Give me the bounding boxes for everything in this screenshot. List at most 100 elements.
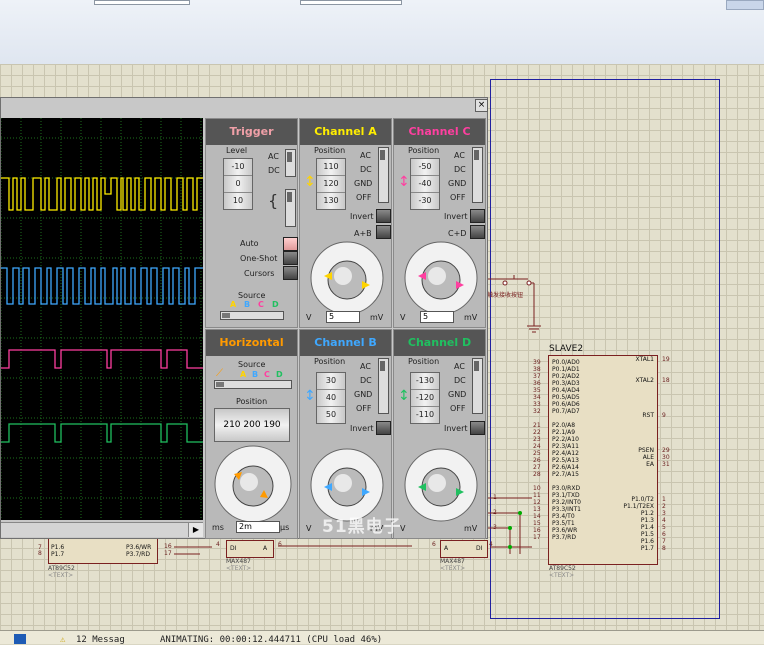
cursors-button[interactable] — [283, 266, 298, 280]
channel-a-combine-button[interactable] — [376, 225, 391, 239]
slave2-left-pin-num: 26 — [533, 457, 541, 464]
slave2-right-pin-num: 9 — [662, 412, 666, 419]
channel-c-position-readout[interactable]: -50 -40 -30 — [410, 158, 440, 210]
channel-c-volts-dial[interactable] — [400, 239, 482, 317]
oscilloscope-window[interactable]: × ▶ Trigger Level -10 0 10 AC DC {Auto … — [0, 97, 488, 539]
channel-b-invert-button[interactable] — [376, 421, 391, 435]
slave2-left-pin-num: 32 — [533, 408, 541, 415]
net-num-2: 2 — [493, 509, 497, 516]
unit-left: ms — [212, 523, 224, 532]
slave2-left-pin-num: 39 — [533, 359, 541, 366]
slave2-left-pin: P2.3/A11 — [552, 443, 579, 450]
position-label: Position — [314, 357, 346, 366]
readout-value: 110 — [323, 162, 339, 171]
invert-label: Invert — [350, 212, 374, 221]
slave2-right-pin: P1.7 — [640, 545, 654, 552]
horizontal-scrollbar[interactable]: ▶ — [1, 522, 203, 537]
channel-a-dial-value[interactable]: 5 — [326, 311, 360, 323]
channel-d-trace — [1, 423, 203, 443]
channel-c-combine-button[interactable] — [470, 225, 485, 239]
horizontal-time-dial[interactable] — [210, 442, 296, 524]
trigger-coupling-slider[interactable] — [285, 149, 296, 177]
max487-right-part: MAX487 — [440, 558, 465, 565]
invert-label: Invert — [350, 424, 374, 433]
slave2-left-pin: P0.4/AD4 — [552, 387, 580, 394]
coupling-dc: DC — [360, 165, 372, 174]
slave2-part: AT89C52 — [549, 565, 576, 572]
trigger-edge-slider[interactable] — [285, 189, 296, 227]
readout-value: -10 — [231, 162, 245, 171]
channel-d-position-readout[interactable]: -130 -120 -110 — [410, 372, 440, 424]
slave2-right-pin: EA — [646, 461, 654, 468]
max487-right-pin-num: 4 — [489, 541, 493, 548]
close-icon[interactable]: × — [475, 99, 488, 112]
readout-value: 130 — [323, 196, 339, 205]
trigger-source-slider[interactable] — [220, 311, 284, 320]
readout-value: -30 — [418, 196, 432, 205]
channel-a-coupling-slider[interactable] — [378, 147, 389, 203]
slave2-left-pin: P3.4/T0 — [552, 513, 575, 520]
slave2-left-pin-num: 15 — [533, 520, 541, 527]
trigger-button-label: 触发接收按钮 — [487, 292, 524, 299]
slave2-right-pin: RST — [642, 412, 654, 419]
slave2-right-pin: PSEN — [638, 447, 654, 454]
coupling-ac: AC — [268, 152, 279, 161]
slave2-left-pin-num: 27 — [533, 464, 541, 471]
source-b: B — [252, 370, 259, 379]
channel-a-invert-button[interactable] — [376, 209, 391, 223]
channel-d-panel: Channel D Position -130 -120 -110 ↕ AC D… — [393, 329, 486, 539]
channel-c-coupling-slider[interactable] — [472, 147, 483, 203]
channel-d-volts-dial[interactable] — [400, 446, 482, 524]
unit-left: V — [306, 313, 312, 322]
source-a: A — [230, 300, 237, 309]
slave2-right-pin-num: 29 — [662, 447, 670, 454]
max487-right-pin: DI — [476, 545, 483, 552]
readout-value: 0 — [224, 175, 252, 193]
horizontal-dial-value[interactable]: 2m — [236, 521, 280, 533]
slave2-left-pin-num: 36 — [533, 380, 541, 387]
net-num-3: 3 — [493, 524, 497, 531]
trigger-level-readout[interactable]: -10 0 10 — [223, 158, 253, 210]
invert-label: Invert — [444, 424, 468, 433]
messages-count[interactable]: 12 Messag — [76, 635, 125, 645]
horizontal-position-readout[interactable]: 210 200 190 — [214, 408, 290, 442]
readout-value: -110 — [415, 410, 435, 419]
trigger-title: Trigger — [206, 119, 297, 145]
slave2-text: <TEXT> — [549, 572, 575, 579]
animation-status: ANIMATING: 00:00:12.444711 (CPU load 46%… — [160, 635, 383, 645]
readout-value: -130 — [415, 376, 435, 385]
channel-c-invert-button[interactable] — [470, 209, 485, 223]
channel-a-position-readout[interactable]: 110 120 130 — [316, 158, 346, 210]
channel-d-invert-button[interactable] — [470, 421, 485, 435]
slave2-left-pin-num: 14 — [533, 513, 541, 520]
slave2-left-pin: P3.6/WR — [552, 527, 578, 534]
channel-b-position-readout[interactable]: 30 40 50 — [316, 372, 346, 424]
channel-c-dial-value[interactable]: 5 — [420, 311, 454, 323]
master-pin-num: 16 — [164, 543, 172, 550]
scroll-right-icon[interactable]: ▶ — [188, 523, 203, 537]
slave2-left-pin-num: 33 — [533, 401, 541, 408]
slave2-right-pin-num: 19 — [662, 356, 670, 363]
slave2-left-pin-num: 34 — [533, 394, 541, 401]
max487-left-part: MAX487 — [226, 558, 251, 565]
channel-d-coupling-slider[interactable] — [472, 358, 483, 414]
trigger-level-label: Level — [226, 146, 248, 155]
one-shot-button[interactable] — [283, 251, 298, 265]
updown-arrow-icon: ↕ — [304, 174, 316, 190]
coupling-ac: AC — [454, 151, 465, 160]
max487-right-pin: A — [444, 545, 449, 552]
auto-button[interactable] — [283, 237, 298, 251]
slave2-left-pin: P3.2/INT0 — [552, 499, 581, 506]
channel-a-volts-dial[interactable] — [306, 239, 388, 317]
channel-b-coupling-slider[interactable] — [378, 358, 389, 414]
channel-a-panel: Channel A Position 110 120 130 ↕ AC DC G… — [299, 118, 392, 328]
channel-a-trace — [1, 177, 203, 211]
updown-arrow-icon: ↕ — [398, 174, 410, 190]
source-a: A — [240, 370, 247, 379]
slave2-left-pin-num: 23 — [533, 436, 541, 443]
slave2-left-pin: P2.5/A13 — [552, 457, 579, 464]
horizontal-source-slider[interactable] — [214, 380, 292, 389]
source-d: D — [276, 370, 283, 379]
slave2-right-pin: P1.1/T2EX — [623, 503, 654, 510]
invert-label: Invert — [444, 212, 468, 221]
